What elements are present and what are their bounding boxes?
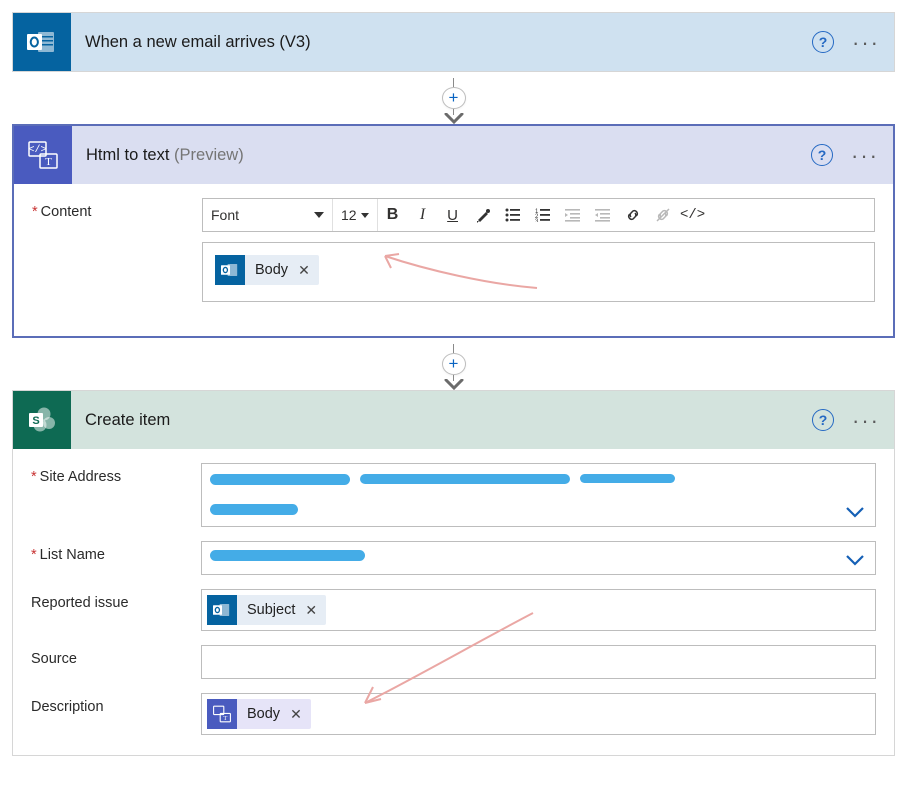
rich-text-toolbar: Font 12 B I U 123 bbox=[202, 198, 875, 232]
step-create-item[interactable]: S Create item ? ··· *Site Address *List … bbox=[12, 390, 895, 756]
field-label-description: Description bbox=[31, 693, 201, 735]
dynamic-content-token-subject[interactable]: Subject ✕ bbox=[207, 595, 326, 625]
html-to-text-icon: </>T bbox=[14, 126, 72, 184]
arrow-down-icon bbox=[444, 113, 464, 124]
unlink-button[interactable] bbox=[648, 199, 678, 231]
field-label-reported-issue: Reported issue bbox=[31, 589, 201, 631]
step-trigger-email[interactable]: When a new email arrives (V3) ? ··· bbox=[12, 12, 895, 72]
more-menu-icon[interactable]: ··· bbox=[852, 37, 880, 48]
card-title: Html to text (Preview) bbox=[72, 146, 811, 165]
help-icon[interactable]: ? bbox=[812, 409, 834, 431]
card-header[interactable]: S Create item ? ··· bbox=[13, 391, 894, 449]
more-menu-icon[interactable]: ··· bbox=[851, 150, 879, 161]
svg-text:S: S bbox=[32, 415, 39, 427]
token-remove-icon[interactable]: ✕ bbox=[303, 602, 326, 619]
reported-issue-input[interactable]: Subject ✕ bbox=[201, 589, 876, 631]
card-header[interactable]: When a new email arrives (V3) ? ··· bbox=[13, 13, 894, 71]
outdent-button[interactable] bbox=[558, 199, 588, 231]
add-step-button[interactable]: + bbox=[442, 87, 466, 109]
card-body: *Content Font 12 B I U 123 bbox=[14, 184, 893, 336]
token-label: Body bbox=[237, 706, 288, 722]
dynamic-content-token-body[interactable]: T Body ✕ bbox=[207, 699, 311, 729]
sharepoint-icon: S bbox=[13, 391, 71, 449]
list-name-dropdown[interactable] bbox=[201, 541, 876, 575]
svg-text:T: T bbox=[223, 715, 227, 722]
field-label-source: Source bbox=[31, 645, 201, 679]
dynamic-content-token-body[interactable]: Body ✕ bbox=[215, 255, 319, 285]
connector: + bbox=[12, 344, 895, 390]
field-label-site-address: *Site Address bbox=[31, 463, 201, 527]
content-input[interactable]: Body ✕ bbox=[202, 242, 875, 302]
font-dropdown[interactable]: Font bbox=[203, 199, 333, 231]
token-remove-icon[interactable]: ✕ bbox=[288, 706, 311, 723]
outlook-icon bbox=[215, 255, 245, 285]
arrow-down-icon bbox=[444, 379, 464, 390]
description-input[interactable]: T Body ✕ bbox=[201, 693, 876, 735]
html-to-text-icon: T bbox=[207, 699, 237, 729]
more-menu-icon[interactable]: ··· bbox=[852, 415, 880, 426]
outlook-icon bbox=[13, 13, 71, 71]
svg-text:T: T bbox=[45, 156, 52, 168]
card-title: Create item bbox=[71, 411, 812, 430]
indent-button[interactable] bbox=[588, 199, 618, 231]
field-label-content: *Content bbox=[32, 198, 202, 302]
outlook-icon bbox=[207, 595, 237, 625]
svg-text:3: 3 bbox=[535, 219, 539, 222]
help-icon[interactable]: ? bbox=[812, 31, 834, 53]
italic-button[interactable]: I bbox=[408, 199, 438, 231]
card-header[interactable]: </>T Html to text (Preview) ? ··· bbox=[14, 126, 893, 184]
step-html-to-text[interactable]: </>T Html to text (Preview) ? ··· *Conte… bbox=[12, 124, 895, 338]
chevron-down-icon bbox=[845, 506, 865, 518]
font-size-dropdown[interactable]: 12 bbox=[333, 199, 378, 231]
connector: + bbox=[12, 78, 895, 124]
bold-button[interactable]: B bbox=[378, 199, 408, 231]
add-step-button[interactable]: + bbox=[442, 353, 466, 375]
token-label: Subject bbox=[237, 602, 303, 618]
token-remove-icon[interactable]: ✕ bbox=[296, 262, 319, 279]
link-button[interactable] bbox=[618, 199, 648, 231]
bullet-list-button[interactable] bbox=[498, 199, 528, 231]
numbered-list-button[interactable]: 123 bbox=[528, 199, 558, 231]
color-picker-button[interactable] bbox=[468, 199, 498, 231]
card-body: *Site Address *List Name bbox=[13, 449, 894, 755]
token-label: Body bbox=[245, 262, 296, 278]
card-title: When a new email arrives (V3) bbox=[71, 33, 812, 52]
underline-button[interactable]: U bbox=[438, 199, 468, 231]
chevron-down-icon bbox=[845, 554, 865, 566]
code-view-button[interactable]: </> bbox=[678, 199, 708, 231]
source-input[interactable] bbox=[201, 645, 876, 679]
help-icon[interactable]: ? bbox=[811, 144, 833, 166]
field-label-list-name: *List Name bbox=[31, 541, 201, 575]
site-address-dropdown[interactable] bbox=[201, 463, 876, 527]
